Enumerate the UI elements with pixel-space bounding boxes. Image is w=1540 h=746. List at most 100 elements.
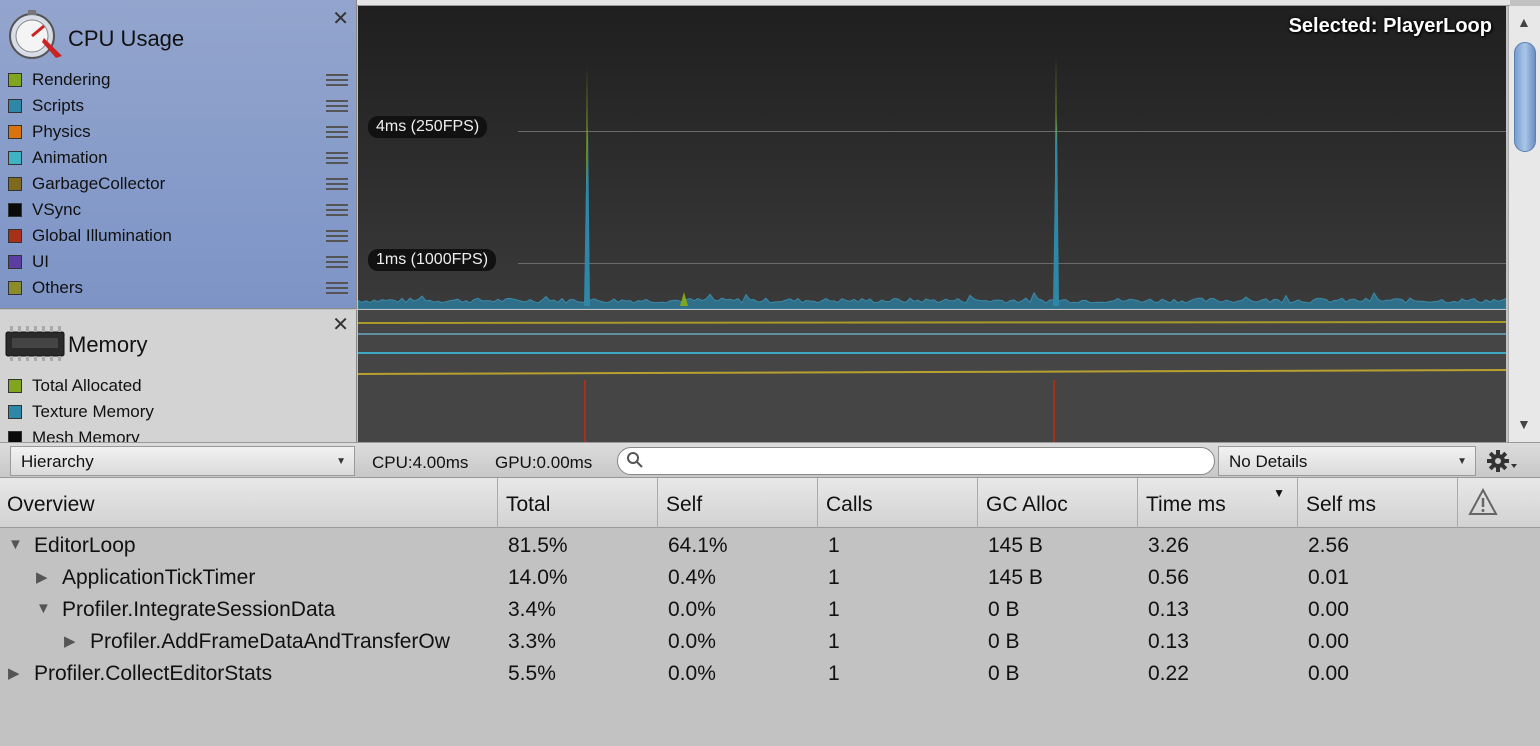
drag-handle-icon[interactable] (326, 152, 348, 164)
collapse-triangle-icon[interactable]: ▶ (36, 568, 48, 586)
legend-color-swatch[interactable] (8, 229, 22, 243)
column-header-total[interactable]: Total (497, 478, 657, 528)
scroll-down-icon[interactable]: ▼ (1517, 416, 1531, 432)
legend-label: UI (32, 252, 49, 271)
memory-module[interactable]: Memory ✕ Total Allocated Texture Memory Me… (0, 310, 357, 442)
memory-graph[interactable] (358, 310, 1506, 442)
column-header-self-ms[interactable]: Self ms (1297, 478, 1457, 528)
column-header-calls[interactable]: Calls (817, 478, 977, 528)
details-mode-value: No Details (1229, 452, 1308, 471)
legend-color-swatch[interactable] (8, 203, 22, 217)
graph-scrollbar[interactable]: ▲ ▼ (1508, 6, 1540, 442)
drag-handle-icon[interactable] (326, 100, 348, 112)
table-row[interactable]: ▼ Profiler.IntegrateSessionData 3.4% 0.0% 1 0… (0, 594, 1540, 626)
cpu-legend-item[interactable]: Others (0, 275, 357, 301)
cell-self: 0.0% (668, 598, 716, 621)
cell-calls: 1 (828, 630, 840, 653)
gpu-time-readout: GPU:0.00ms (495, 453, 593, 472)
cpu-legend-item[interactable]: UI (0, 249, 357, 275)
selected-sample-label: Selected: PlayerLoop (1288, 15, 1492, 37)
fps-marker-1ms: 1ms (1000FPS) (368, 249, 497, 271)
gear-icon[interactable] (1478, 446, 1536, 476)
legend-color-swatch[interactable] (8, 379, 22, 393)
cell-self: 0.0% (668, 630, 716, 653)
cell-gc: 145 B (988, 534, 1043, 557)
cell-selfms: 0.00 (1308, 598, 1349, 621)
view-mode-dropdown[interactable]: Hierarchy ▼ (10, 446, 355, 476)
cell-selfms: 2.56 (1308, 534, 1349, 557)
close-icon[interactable]: ✕ (332, 9, 349, 29)
column-header-self[interactable]: Self (657, 478, 817, 528)
search-input[interactable] (650, 450, 1200, 472)
legend-color-swatch[interactable] (8, 151, 22, 165)
memory-legend-item[interactable]: Total Allocated (0, 373, 356, 399)
column-header-overview[interactable]: Overview (0, 478, 497, 528)
expand-triangle-icon[interactable]: ▼ (36, 600, 51, 617)
cell-total: 81.5% (508, 534, 568, 557)
column-header-time-ms[interactable]: Time ms ▼ (1137, 478, 1297, 528)
row-name: ApplicationTickTimer (62, 566, 256, 589)
collapse-triangle-icon[interactable]: ▶ (64, 632, 76, 650)
cell-calls: 1 (828, 598, 840, 621)
drag-handle-icon[interactable] (326, 126, 348, 138)
column-header-gc-alloc[interactable]: GC Alloc (977, 478, 1137, 528)
drag-handle-icon[interactable] (326, 178, 348, 190)
legend-color-swatch[interactable] (8, 99, 22, 113)
legend-label: Global Illumination (32, 226, 172, 245)
drag-handle-icon[interactable] (326, 256, 348, 268)
cpu-graph[interactable]: 4ms (250FPS) 1ms (1000FPS) Selected: Pla… (358, 6, 1506, 309)
expand-triangle-icon[interactable]: ▼ (8, 536, 23, 553)
table-row[interactable]: ▶ Profiler.AddFrameDataAndTransferOw 3.3% 0… (0, 626, 1540, 658)
chevron-down-icon: ▼ (336, 456, 346, 467)
drag-handle-icon[interactable] (326, 282, 348, 294)
cell-time: 3.26 (1148, 534, 1189, 557)
legend-color-swatch[interactable] (8, 255, 22, 269)
legend-color-swatch[interactable] (8, 125, 22, 139)
cell-total: 3.3% (508, 630, 556, 653)
drag-handle-icon[interactable] (326, 204, 348, 216)
memory-legend-item[interactable]: Mesh Memory (0, 425, 356, 442)
collapse-triangle-icon[interactable]: ▶ (8, 664, 20, 682)
close-icon[interactable]: ✕ (332, 315, 349, 335)
cpu-legend-item[interactable]: Physics (0, 119, 357, 145)
legend-color-swatch[interactable] (8, 431, 22, 442)
legend-color-swatch[interactable] (8, 405, 22, 419)
cell-gc: 0 B (988, 630, 1020, 653)
cell-selfms: 0.01 (1308, 566, 1349, 589)
row-name: EditorLoop (34, 534, 136, 557)
search-box[interactable] (617, 447, 1215, 475)
memory-legend-item[interactable]: Texture Memory (0, 399, 356, 425)
cpu-graph-plot (358, 56, 1506, 309)
memory-graph-plot (358, 321, 1506, 442)
cpu-usage-module[interactable]: CPU Usage ✕ Rendering Scripts Physics Anima… (0, 0, 357, 309)
legend-label: GarbageCollector (32, 174, 166, 193)
cpu-legend-item[interactable]: Global Illumination (0, 223, 357, 249)
cpu-legend: Rendering Scripts Physics Animation GarbageC… (0, 67, 357, 301)
details-dropdown[interactable]: No Details ▼ (1218, 446, 1476, 476)
legend-color-swatch[interactable] (8, 281, 22, 295)
cell-gc: 145 B (988, 566, 1043, 589)
drag-handle-icon[interactable] (326, 74, 348, 86)
table-header: Overview Total Self Calls GC Alloc Time … (0, 478, 1540, 528)
table-row[interactable]: ▶ Profiler.CollectEditorStats 5.5% 0.0% 1 0 B… (0, 658, 1540, 690)
chevron-down-icon: ▼ (1457, 456, 1467, 467)
cpu-legend-item[interactable]: Rendering (0, 67, 357, 93)
scroll-thumb[interactable] (1514, 42, 1536, 152)
cell-self: 64.1% (668, 534, 728, 557)
table-row[interactable]: ▼ EditorLoop 81.5% 64.1% 1 145 B 3.26 2.56 (0, 530, 1540, 562)
cpu-legend-item[interactable]: Scripts (0, 93, 357, 119)
cell-total: 5.5% (508, 662, 556, 685)
legend-color-swatch[interactable] (8, 73, 22, 87)
legend-color-swatch[interactable] (8, 177, 22, 191)
cpu-legend-item[interactable]: GarbageCollector (0, 171, 357, 197)
cpu-legend-item[interactable]: Animation (0, 145, 357, 171)
cell-time: 0.56 (1148, 566, 1189, 589)
drag-handle-icon[interactable] (326, 230, 348, 242)
legend-label: Mesh Memory (32, 428, 140, 442)
cell-selfms: 0.00 (1308, 662, 1349, 685)
table-row[interactable]: ▶ ApplicationTickTimer 14.0% 0.4% 1 145 B 0.56… (0, 562, 1540, 594)
column-header-warning[interactable] (1457, 478, 1507, 528)
scroll-up-icon[interactable]: ▲ (1517, 14, 1531, 30)
cpu-legend-item[interactable]: VSync (0, 197, 357, 223)
memory-chip-icon (5, 326, 65, 361)
